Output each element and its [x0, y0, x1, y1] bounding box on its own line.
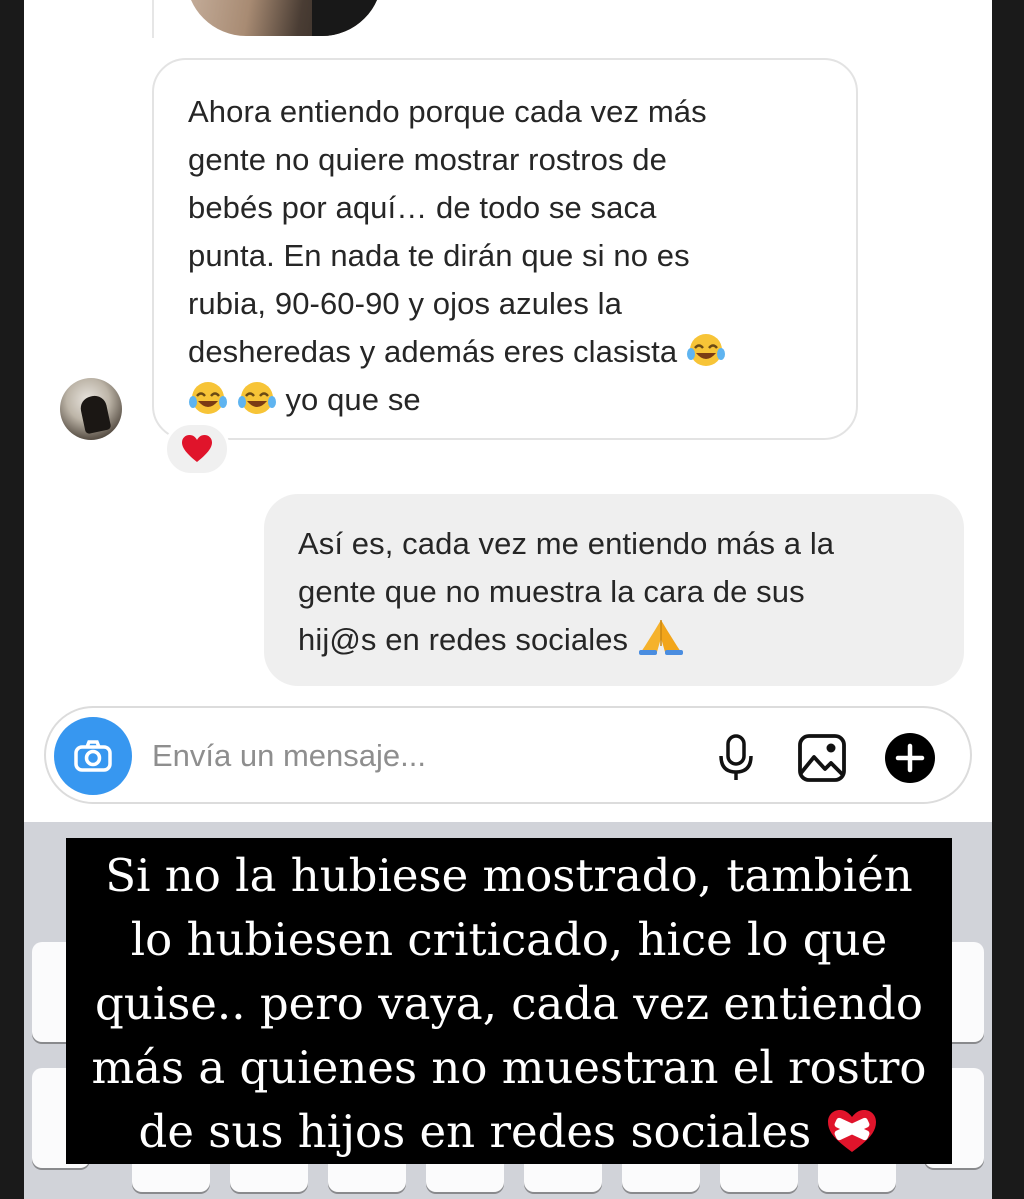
add-button[interactable] [884, 732, 936, 784]
story-caption-box: Si no la hubiese mostrado, también lo hu… [66, 838, 952, 1164]
received-message-bubble[interactable]: Ahora entiendo porque cada vez más gente… [152, 58, 858, 440]
caption-line: lo hubiesen criticado, hice lo que [130, 913, 888, 966]
dm-thread-screen: Ahora entiendo porque cada vez más gente… [24, 0, 992, 822]
camera-button[interactable] [54, 717, 132, 795]
message-line: punta. En nada te dirán que si no es [188, 238, 690, 273]
caption-line: quise.. pero vaya, cada vez entiendo [95, 977, 923, 1030]
caption-line-with-emoji: de sus hijos en redes sociales [66, 1100, 952, 1164]
story-caption-text: Si no la hubiese mostrado, también lo hu… [66, 844, 952, 1164]
message-line: Así es, cada vez me entiendo más a la [298, 526, 835, 561]
tears-of-joy-emoji-icon [237, 382, 276, 414]
message-line-text: hij@s en redes sociales [298, 622, 629, 657]
message-line-with-emoji: hij@s en redes sociales [298, 616, 930, 664]
avatar[interactable] [60, 378, 122, 440]
heart-reaction[interactable] [164, 422, 230, 476]
caption-line-text: de sus hijos en redes sociales [138, 1105, 812, 1158]
message-line-text: yo que se [285, 382, 421, 417]
caption-line: más a quienes no muestran el rostro [91, 1041, 927, 1094]
message-line-with-emoji: yo que se [188, 376, 822, 424]
tears-of-joy-emoji-icon [686, 334, 725, 366]
red-heart-icon [182, 435, 212, 462]
thread-divider [152, 0, 154, 38]
left-border [0, 0, 24, 1199]
microphone-icon [719, 734, 753, 780]
message-composer[interactable]: Envía un mensaje... [44, 706, 972, 804]
tears-of-joy-emoji-icon [189, 382, 227, 414]
folded-hands-emoji-icon [638, 620, 683, 655]
camera-icon [74, 740, 112, 772]
image-icon [798, 734, 846, 782]
message-line: gente que no muestra la cara de sus [298, 574, 805, 609]
message-line: rubia, 90-60-90 y ojos azules la [188, 286, 623, 321]
message-line: gente no quiere mostrar rostros de [188, 142, 667, 177]
caption-line: Si no la hubiese mostrado, también [105, 849, 913, 902]
message-line-text: desheredas y además eres clasista [188, 334, 678, 369]
avatar-silhouette [78, 393, 112, 435]
add-icon [885, 733, 935, 783]
right-border [992, 0, 1024, 1199]
mending-heart-emoji-icon [828, 1110, 877, 1152]
message-line: bebés por aquí… de todo se saca [188, 190, 657, 225]
shared-photo[interactable] [186, 0, 382, 36]
microphone-button[interactable] [710, 732, 762, 784]
message-line-with-emoji: desheredas y además eres clasista [188, 328, 822, 376]
gallery-button[interactable] [796, 732, 848, 784]
sent-message-bubble[interactable]: Así es, cada vez me entiendo más a la ge… [264, 494, 964, 686]
message-input[interactable]: Envía un mensaje... [152, 738, 426, 774]
message-line: Ahora entiendo porque cada vez más [188, 94, 707, 129]
